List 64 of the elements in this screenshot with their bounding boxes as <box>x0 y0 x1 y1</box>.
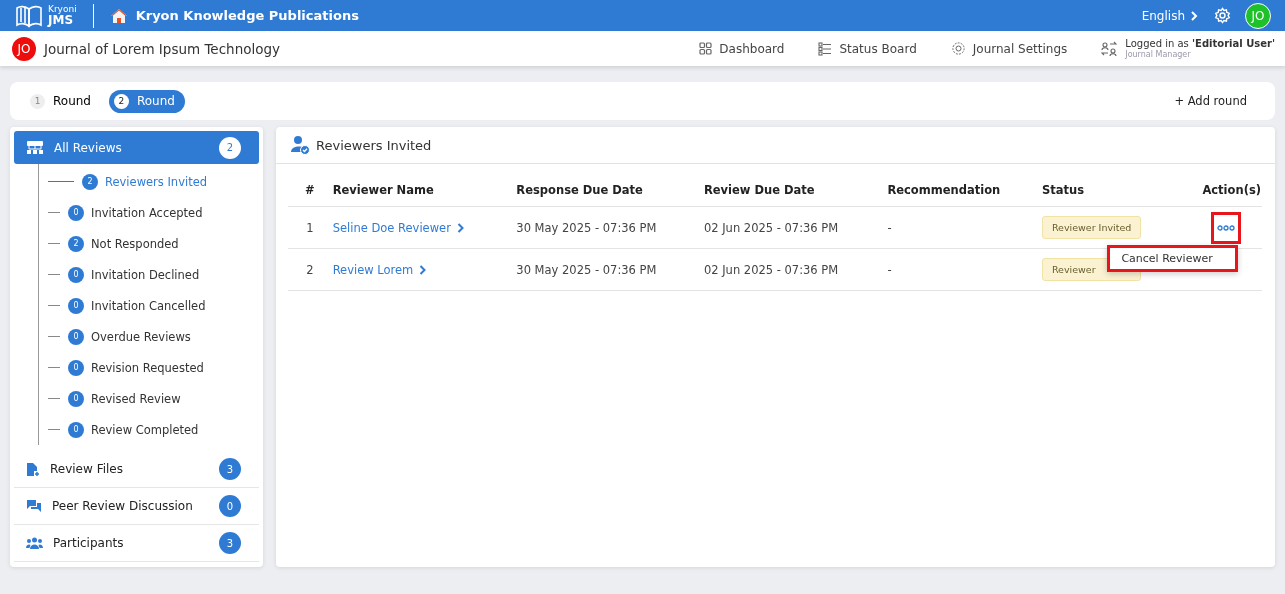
nav-link[interactable]: Status Board <box>818 41 917 56</box>
settings-icon[interactable] <box>1214 7 1231 24</box>
language-selector[interactable]: English <box>1141 8 1198 23</box>
table-cell: - <box>886 248 1041 291</box>
sidebar-item[interactable]: Peer Review Discussion 0 <box>14 488 259 525</box>
reviewer-link[interactable]: Seline Doe Reviewer <box>332 220 464 235</box>
sidebar-subitem[interactable]: 0 Invitation Accepted <box>68 204 203 221</box>
sidebar-subitem[interactable]: 2 Reviewers Invited <box>82 173 208 190</box>
column-header: Action(s) <box>1192 174 1262 207</box>
add-round-button[interactable]: + Add round <box>1168 93 1253 109</box>
column-header: Review Due Date <box>702 174 887 207</box>
sidebar-subitem[interactable]: 0 Invitation Cancelled <box>68 297 206 314</box>
logo-title: JMS <box>48 14 74 26</box>
sidebar-subitem[interactable]: 0 Review Completed <box>68 421 199 438</box>
user-role: Journal Manager <box>1125 49 1192 60</box>
more-options-button[interactable] <box>1211 211 1242 244</box>
chevron-icon <box>419 264 427 275</box>
sidebar-subitem[interactable]: 0 Invitation Declined <box>68 266 200 283</box>
column-header: Status <box>1040 174 1193 207</box>
chevron-icon <box>1190 10 1198 21</box>
grid-icon <box>699 42 713 55</box>
house-icon[interactable] <box>109 7 128 24</box>
sitemap-icon <box>26 140 44 155</box>
table-cell: 30 May 2025 - 07:36 PM <box>515 248 703 291</box>
sidebar-item[interactable]: All Reviews 2 <box>14 131 259 164</box>
more-icon <box>1217 224 1236 231</box>
column-header: Response Due Date <box>515 174 703 207</box>
table-cell: 30 May 2025 - 07:36 PM <box>515 206 703 249</box>
sidebar-item[interactable]: Review Files 3 <box>14 451 259 488</box>
panel-title: Reviewers Invited <box>316 137 432 153</box>
nav-link[interactable]: Dashboard <box>699 41 785 56</box>
chat-bubbles-icon <box>26 499 42 513</box>
table-cell: 02 Jun 2025 - 07:36 PM <box>702 248 887 291</box>
reviewer-link[interactable]: Review Lorem <box>332 262 427 277</box>
journal-avatar: JO <box>12 36 36 61</box>
sidebar-subitem[interactable]: 0 Overdue Reviews <box>68 328 191 345</box>
menu-item[interactable]: Cancel Reviewer <box>1110 247 1235 269</box>
table-cell: 02 Jun 2025 - 07:36 PM <box>702 206 887 249</box>
nav-link[interactable]: Journal Settings <box>950 41 1068 56</box>
publisher-name[interactable]: Kryon Knowledge Publications <box>135 8 359 23</box>
table-cell: - <box>886 206 1041 249</box>
people-icon <box>26 536 43 550</box>
logged-in-text: Logged in as 'Editorial User' <box>1125 37 1275 50</box>
table-cell: 2 <box>288 248 332 291</box>
round-tab[interactable]: 2 Round <box>108 89 185 113</box>
table-cell: 1 <box>288 206 332 249</box>
round-tab[interactable]: 1 Round <box>30 89 101 113</box>
sidebar-subitem[interactable]: 0 Revision Requested <box>68 359 204 376</box>
sidebar-subitem[interactable]: 2 Not Responded <box>68 235 179 252</box>
chevron-icon <box>456 222 464 233</box>
column-header: # <box>288 174 332 207</box>
gears-icon <box>950 41 966 56</box>
user-check-icon <box>290 135 310 155</box>
column-header: Reviewer Name <box>331 174 516 207</box>
sidebar-subitem[interactable]: 0 Revised Review <box>68 390 181 407</box>
journal-title: Journal of Lorem Ipsum Technology <box>44 40 281 57</box>
users-swap-icon <box>1101 40 1118 57</box>
file-add-icon <box>26 461 40 477</box>
sidebar-item[interactable]: Participants 3 <box>14 525 259 562</box>
logo-subtitle: Kryoni <box>48 5 77 14</box>
book-logo-icon <box>14 3 44 28</box>
column-header: Recommendation <box>886 174 1041 207</box>
flow-list-icon <box>818 41 833 56</box>
status-badge: Reviewer Invited <box>1041 216 1142 239</box>
